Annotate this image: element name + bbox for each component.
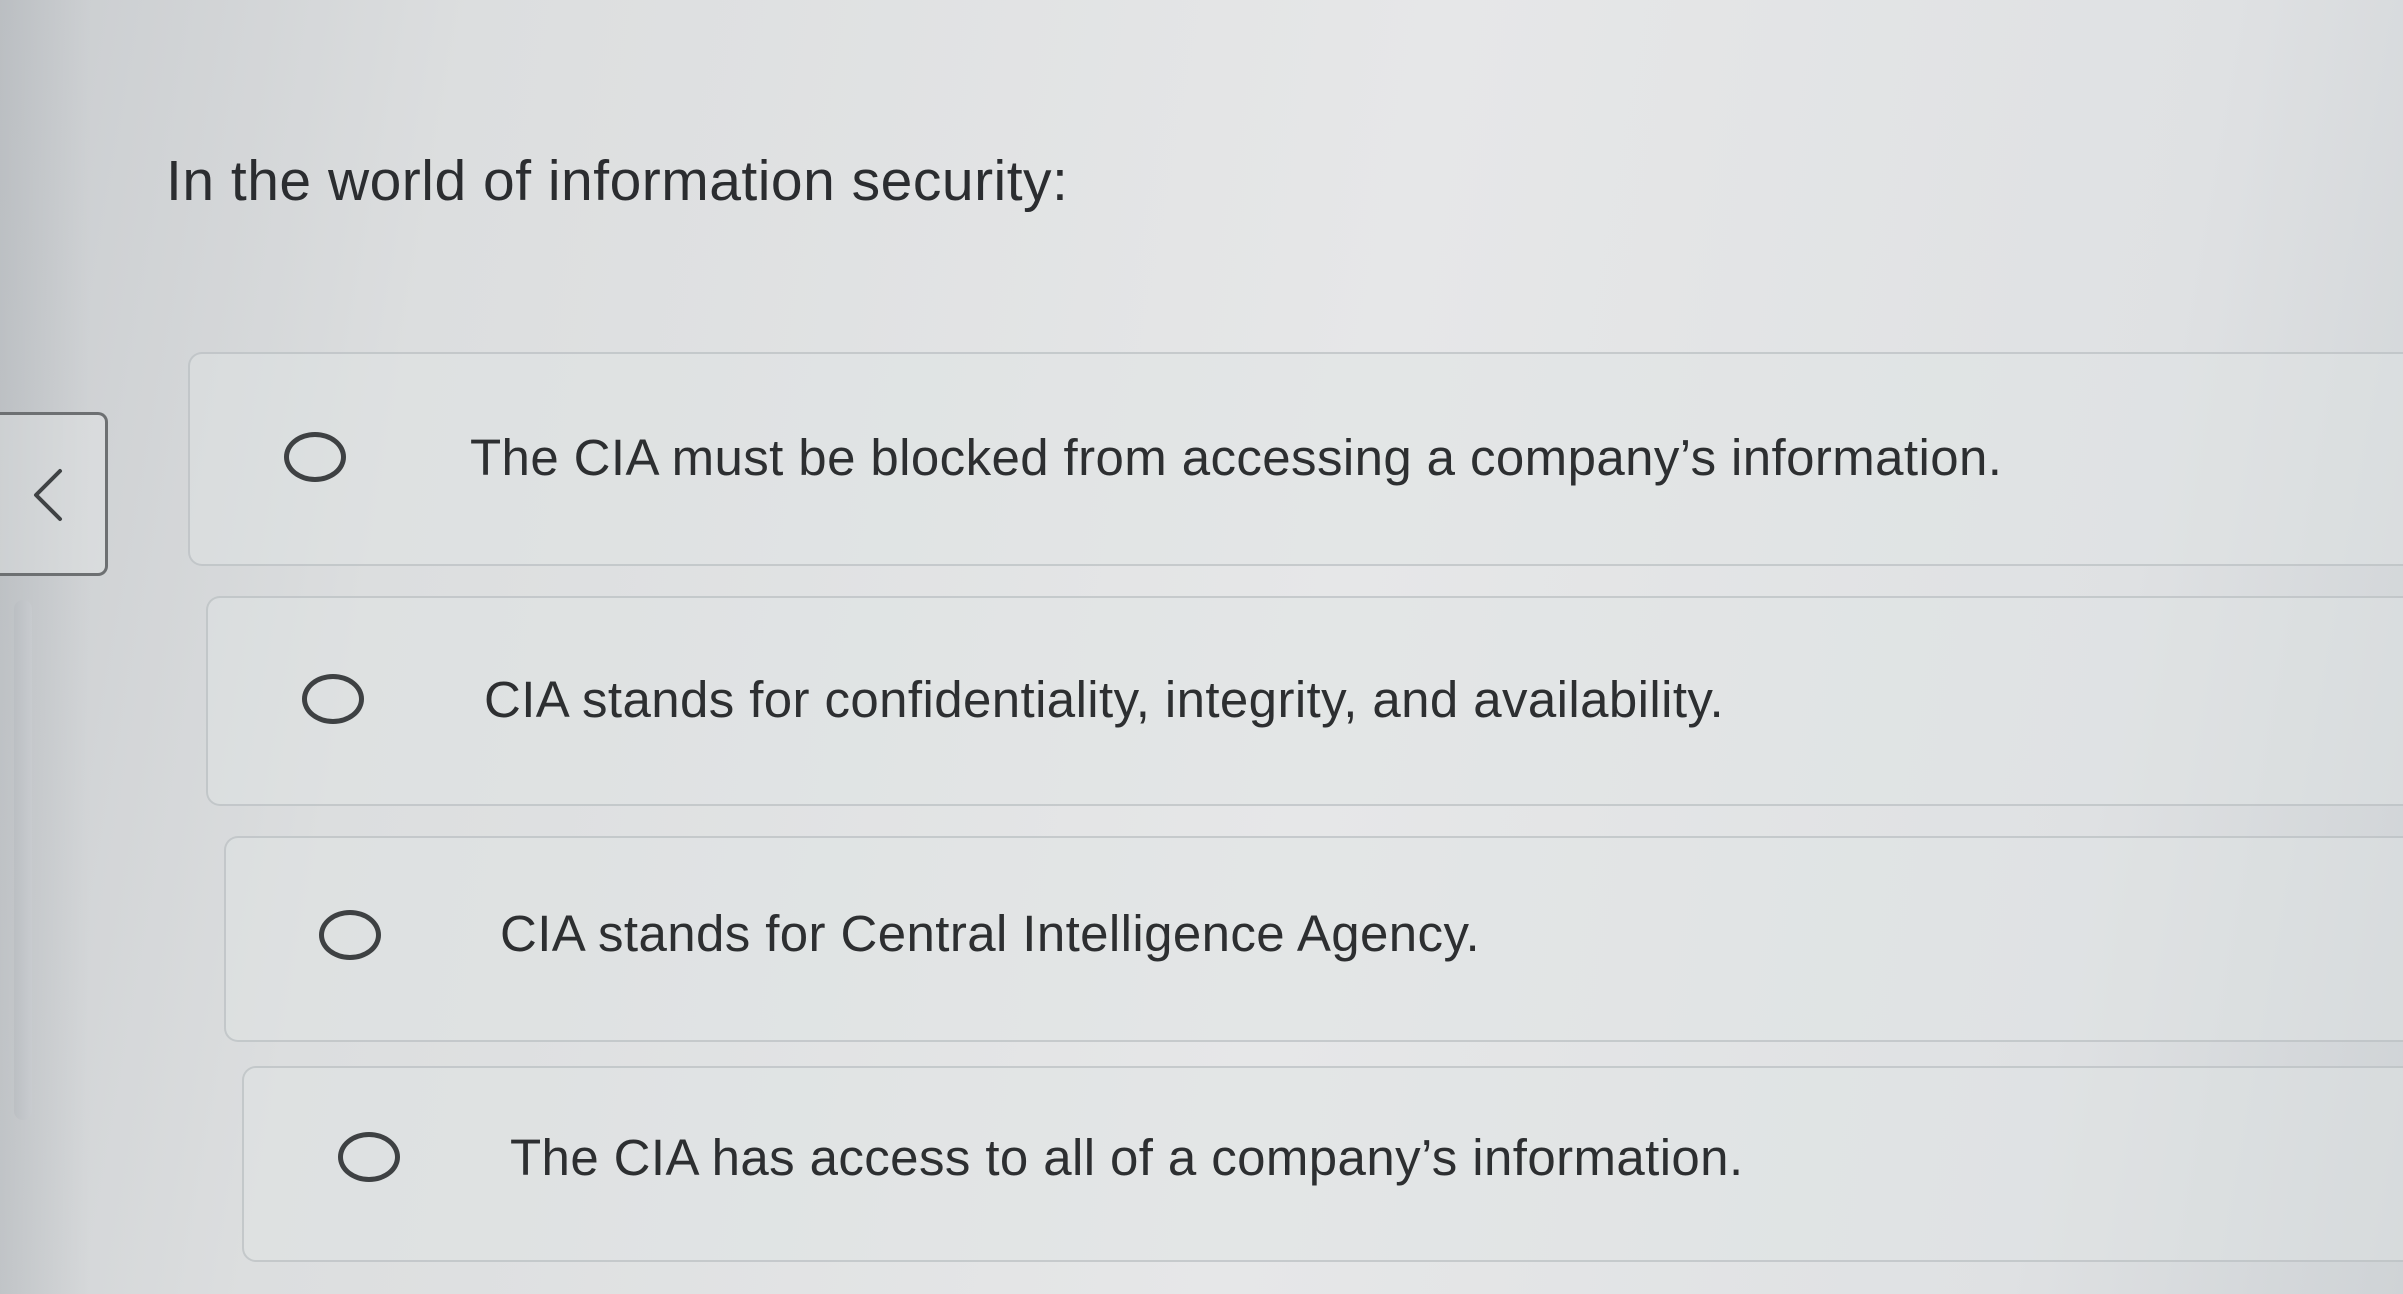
radio-button-icon[interactable] — [284, 432, 346, 482]
radio-button-icon[interactable] — [338, 1132, 400, 1182]
answer-option[interactable]: The CIA must be blocked from accessing a… — [188, 352, 2403, 566]
answer-option-label: The CIA has access to all of a company’s… — [510, 1129, 1744, 1186]
answer-option-label: The CIA must be blocked from accessing a… — [470, 429, 2003, 486]
question-prompt: In the world of information security: — [166, 149, 1069, 213]
answer-option[interactable]: CIA stands for confidentiality, integrit… — [206, 596, 2403, 806]
answer-option[interactable]: CIA stands for Central Intelligence Agen… — [224, 836, 2403, 1042]
chevron-left-icon — [34, 469, 62, 521]
scrollbar[interactable] — [14, 600, 32, 1120]
answer-option-label: CIA stands for Central Intelligence Agen… — [500, 905, 1481, 962]
radio-button-icon[interactable] — [302, 674, 364, 724]
answer-option[interactable]: The CIA has access to all of a company’s… — [242, 1066, 2403, 1262]
answer-option-label: CIA stands for confidentiality, integrit… — [484, 671, 1725, 728]
radio-button-icon[interactable] — [319, 910, 381, 960]
back-button[interactable] — [0, 412, 108, 576]
